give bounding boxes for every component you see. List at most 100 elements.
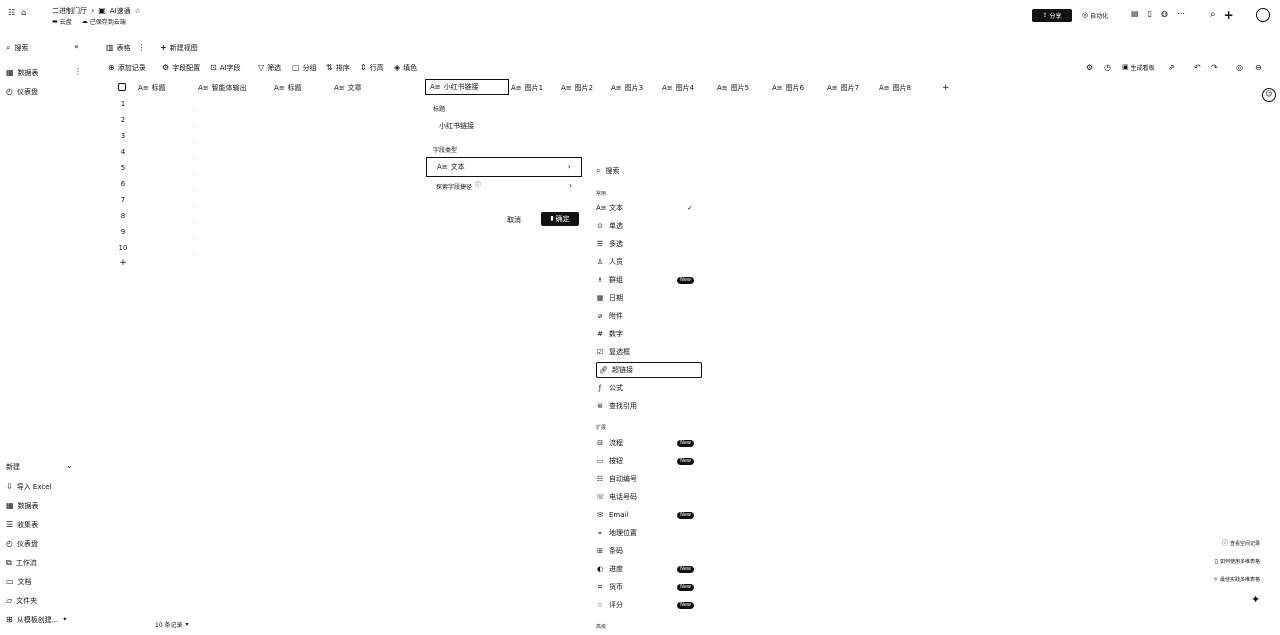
column-header[interactable]: A≡ 图片6	[772, 82, 804, 94]
toolbar-filter[interactable]: ▽ 筛选	[258, 63, 281, 73]
column-header[interactable]: A≡ 图片2	[561, 82, 593, 94]
automation-button[interactable]: ◎ 自动化	[1082, 11, 1108, 21]
type-option-attachment[interactable]: ⌀ 附件	[596, 308, 702, 324]
toolbar-fill-color[interactable]: ◈ 填色	[394, 63, 417, 73]
settings-icon[interactable]: ⚙	[1086, 63, 1093, 72]
redo-icon[interactable]: ↷	[1211, 63, 1218, 72]
row-number[interactable]: 1	[118, 100, 128, 108]
type-option-currency[interactable]: ¤ 货币 New	[596, 579, 702, 595]
toolbar-add-record[interactable]: ⊕ 添加记录	[108, 63, 146, 73]
column-header[interactable]: A≡ 标题	[274, 82, 302, 94]
new-item-dashboard[interactable]: ◴ 仪表盘	[6, 539, 38, 549]
add-view-button[interactable]: + 新建视图	[160, 43, 198, 53]
add-column-button[interactable]: +	[942, 82, 950, 94]
doc-title[interactable]: AI速通	[110, 6, 131, 16]
sidebar-item-table[interactable]: ▦ 数据表	[6, 68, 39, 78]
new-item-template[interactable]: ⊞ 从模板创建... ✦	[6, 615, 67, 625]
assistant-icon[interactable]: ☺	[1262, 88, 1276, 102]
share-button[interactable]: ⇪ 分享	[1032, 9, 1072, 22]
comment-icon[interactable]: ⊖	[1255, 63, 1262, 72]
clipboard-icon[interactable]: ▯	[1148, 10, 1152, 18]
type-option-text[interactable]: A≡ 文本 ✓	[596, 200, 702, 216]
record-icon[interactable]: ◎	[1236, 63, 1243, 72]
new-item-form[interactable]: ☰ 收集表	[6, 520, 38, 530]
cloud-location[interactable]: ▬ 云盘	[52, 17, 72, 26]
record-count[interactable]: 10 条记录 ▾	[155, 620, 189, 629]
sidebar-toggle-icon[interactable]: ☷	[8, 9, 15, 17]
new-item-folder[interactable]: ▱ 文件夹	[6, 596, 37, 606]
column-header[interactable]: A≡ 标题	[138, 82, 166, 94]
home-icon[interactable]: ⌂	[21, 9, 26, 17]
column-header[interactable]: A≡ 文章	[334, 82, 362, 94]
row-number[interactable]: 8	[118, 212, 128, 220]
toolbar-group[interactable]: ▢ 分组	[292, 63, 317, 73]
help-link[interactable]: ▯ 如何使用多维表格	[1215, 558, 1260, 565]
row-number[interactable]: 6	[118, 180, 128, 188]
breadcrumb-parent[interactable]: 二进制门厅	[52, 6, 87, 16]
column-header-active[interactable]: A≡ 小红书链接	[425, 79, 509, 95]
sidebar-item-dashboard[interactable]: ◴ 仪表盘	[6, 87, 38, 97]
toolbar-sort[interactable]: ⇅ 排序	[326, 63, 350, 73]
cancel-button[interactable]: 取消	[507, 215, 521, 225]
toolbar-ai-field[interactable]: ⊡ AI字段	[210, 63, 241, 73]
view-more-icon[interactable]: ⋮	[138, 44, 146, 52]
help-link[interactable]: ⓘ 查看空间记录	[1222, 540, 1260, 547]
type-option-checkbox[interactable]: ☑ 复选框	[596, 344, 702, 360]
export-icon[interactable]: ⇗	[1168, 63, 1175, 72]
column-header[interactable]: A≡ 智能体输出	[198, 82, 247, 94]
type-option-date[interactable]: ▦ 日期	[596, 290, 702, 306]
item-more-icon[interactable]: ⋮	[74, 68, 82, 76]
row-number[interactable]: 7	[118, 196, 128, 204]
type-option-button[interactable]: ▭ 按钮 New	[596, 453, 702, 469]
confirm-button[interactable]: ▮ 确定	[541, 212, 579, 226]
type-option-rating[interactable]: ☆ 评分 New	[596, 597, 702, 613]
row-number[interactable]: 10	[118, 244, 128, 252]
add-icon[interactable]: +	[1224, 9, 1234, 21]
chevron-down-icon[interactable]: ⌄	[66, 462, 73, 470]
avatar[interactable]	[1256, 8, 1270, 22]
type-option-multi-select[interactable]: ☰ 多选	[596, 236, 702, 252]
type-option-process[interactable]: ⊟ 流程 New	[596, 435, 702, 451]
toolbar-row-height[interactable]: ⇕ 行高	[360, 63, 384, 73]
new-item-table[interactable]: ▦ 数据表	[6, 501, 39, 511]
toolbar-field-config[interactable]: ⚙ 字段配置	[162, 63, 200, 73]
sparkle-icon[interactable]: ✦	[1251, 594, 1260, 605]
column-header[interactable]: A≡ 图片4	[662, 82, 694, 94]
column-header[interactable]: A≡ 图片5	[717, 82, 749, 94]
image-icon[interactable]: ▤	[1131, 10, 1139, 18]
column-header[interactable]: A≡ 图片8	[879, 82, 911, 94]
row-number[interactable]: 9	[118, 228, 128, 236]
new-section-header[interactable]: 新建	[6, 462, 20, 472]
type-option-link[interactable]: 🔗︎ 超链接	[596, 362, 702, 378]
more-icon[interactable]: ⋯	[1177, 10, 1185, 18]
new-item-import[interactable]: ⇩ 导入 Excel	[6, 482, 51, 492]
field-type-select[interactable]: A≡ 文本 ›	[426, 157, 582, 177]
add-row-button[interactable]: +	[118, 258, 128, 268]
type-option-single-select[interactable]: ⊙ 单选	[596, 218, 702, 234]
type-option-person[interactable]: ♙ 人员	[596, 254, 702, 270]
type-search-input[interactable]: ⌕ 搜索	[596, 166, 619, 176]
row-number[interactable]: 3	[118, 132, 128, 140]
type-option-number[interactable]: # 数字	[596, 326, 702, 342]
sidebar-search[interactable]: ⌕ 搜索	[6, 43, 28, 53]
help-link[interactable]: ✧ 最佳实践多维表格	[1213, 576, 1260, 583]
new-item-workflow[interactable]: ⧉ 工作流	[6, 558, 37, 568]
row-number[interactable]: 2	[118, 116, 128, 124]
row-number[interactable]: 5	[118, 164, 128, 172]
type-option-barcode[interactable]: ⊞ 条码	[596, 543, 702, 559]
type-option-formula[interactable]: ƒ 公式	[596, 380, 702, 396]
type-option-lookup[interactable]: ⊛ 查找引用	[596, 398, 702, 414]
new-item-doc[interactable]: ▭ 文档	[6, 577, 32, 587]
row-number[interactable]: 4	[118, 148, 128, 156]
star-icon[interactable]: ☆	[135, 7, 141, 15]
undo-icon[interactable]: ↶	[1194, 63, 1201, 72]
collapse-sidebar-icon[interactable]: «	[74, 43, 79, 51]
type-option-group[interactable]: ♗ 群组 New	[596, 272, 702, 288]
column-header[interactable]: A≡ 图片3	[611, 82, 643, 94]
column-header[interactable]: A≡ 图片1	[511, 82, 543, 94]
type-option-phone[interactable]: ☏ 电话号码	[596, 489, 702, 505]
search-icon[interactable]: ⌕	[1210, 10, 1216, 20]
view-tab-grid[interactable]: ▥ 表格 ⋮	[106, 43, 146, 53]
column-header[interactable]: A≡ 图片7	[827, 82, 859, 94]
type-option-progress[interactable]: ◐ 进度 New	[596, 561, 702, 577]
